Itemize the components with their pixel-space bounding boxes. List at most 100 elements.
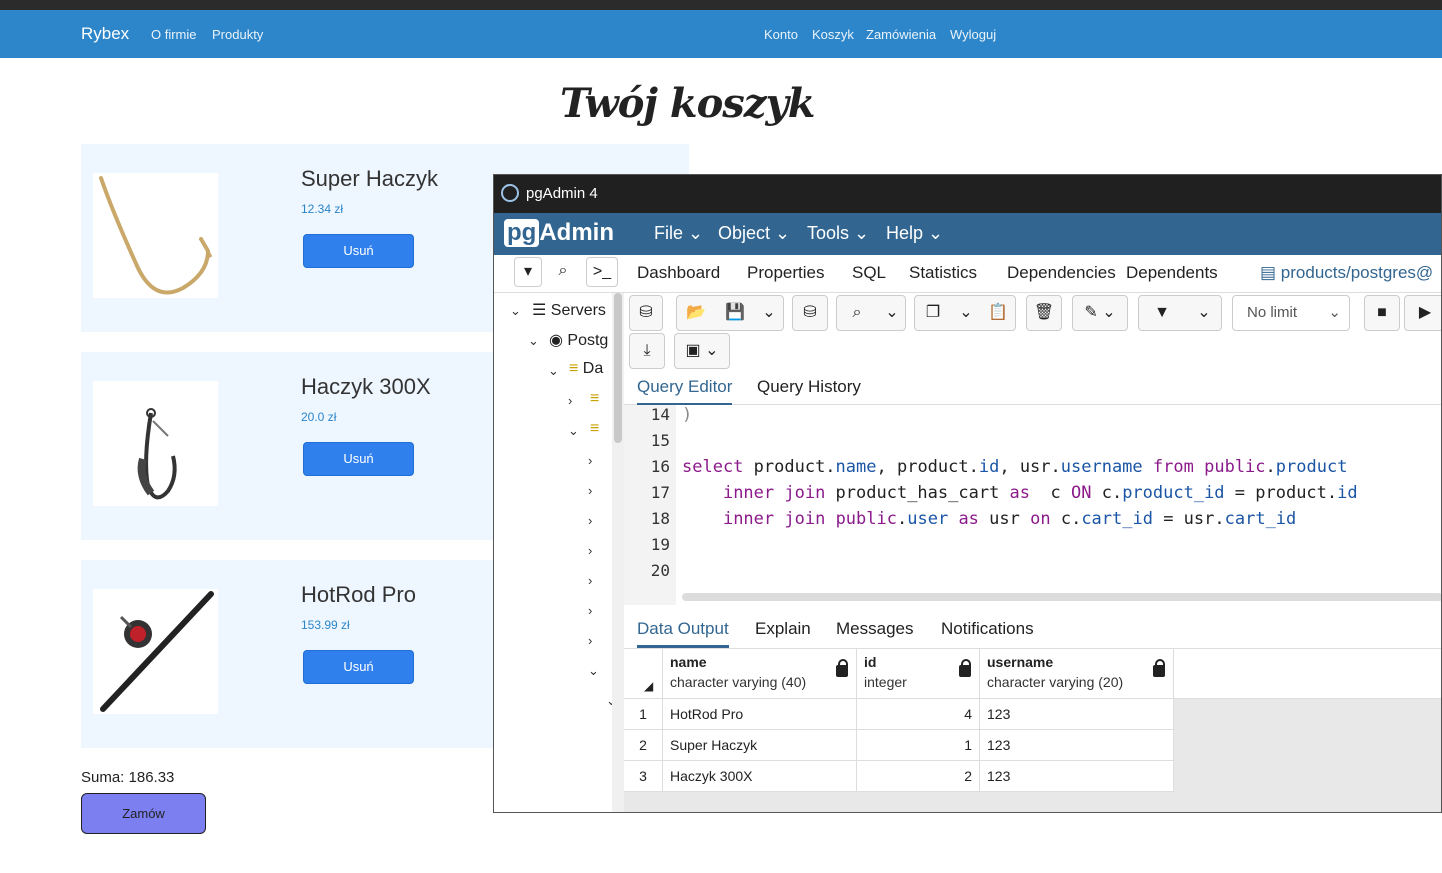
brand-link[interactable]: Rybex [81, 24, 129, 44]
menu-object[interactable]: Object ⌄ [718, 223, 790, 244]
scrollbar-thumb[interactable] [614, 293, 622, 443]
delete-button[interactable]: 🗑 [1026, 295, 1062, 331]
filter-icon[interactable]: ▼ [1139, 296, 1185, 330]
code-line-14: ) [682, 405, 693, 425]
chevron-down-icon[interactable]: ⌄ [1187, 296, 1221, 330]
menu-help[interactable]: Help ⌄ [886, 223, 943, 244]
tab-dashboard[interactable]: Dashboard [637, 263, 720, 283]
stop-icon: ■ [1377, 304, 1387, 321]
tree-scrollbar[interactable] [612, 293, 624, 812]
nav-link-about[interactable]: O firmie [151, 27, 197, 42]
chevron-right-icon[interactable]: › [588, 543, 592, 558]
stop-button[interactable]: ■ [1364, 295, 1400, 331]
tab-properties[interactable]: Properties [747, 263, 824, 283]
chevron-right-icon[interactable]: › [588, 573, 592, 588]
nav-link-products[interactable]: Produkty [212, 27, 263, 42]
editor-horizontal-scrollbar[interactable] [682, 593, 1441, 601]
nav-link-account[interactable]: Konto [764, 27, 798, 42]
save-data-button[interactable]: ⛁ [792, 295, 828, 331]
chevron-down-icon[interactable]: ⌄ [510, 303, 521, 319]
tab-dependencies[interactable]: Dependencies [1007, 263, 1116, 283]
tree-filter-icon[interactable]: ▾ [514, 257, 542, 287]
nav-link-cart[interactable]: Koszyk [812, 27, 854, 42]
chevron-right-icon[interactable]: › [588, 513, 592, 528]
download-button[interactable]: ⤓ [629, 333, 665, 369]
line-number: 20 [650, 561, 670, 580]
column-header-username[interactable]: username character varying (20) [980, 649, 1174, 699]
search-icon[interactable]: ⌕ [837, 296, 877, 330]
table-cell[interactable]: 2 [857, 761, 980, 792]
window-titlebar: pgAdmin 4 [494, 175, 1441, 213]
tab-data-output[interactable]: Data Output [637, 619, 729, 648]
order-button[interactable]: Zamów [81, 793, 206, 834]
edit-button[interactable]: ✎ ⌄ [1072, 295, 1128, 331]
chevron-down-icon[interactable]: ⌄ [879, 296, 905, 330]
main-tabs: ▾ ⌕ >_ Dashboard Properties SQL Statisti… [494, 255, 1441, 293]
chevron-down-icon[interactable]: ⌄ [528, 333, 539, 349]
database-connect-button[interactable]: ⛁ [629, 295, 663, 331]
table-cell[interactable]: 1 [857, 730, 980, 761]
nav-link-orders[interactable]: Zamówienia [866, 27, 936, 42]
open-file-icon[interactable]: 📂 [677, 296, 715, 330]
macros-button[interactable]: ▣ ⌄ [674, 333, 730, 369]
tab-dependents[interactable]: Dependents [1126, 263, 1218, 283]
code-line-17: inner join product_has_cart as c ON c.pr… [722, 483, 1358, 503]
tree-servers[interactable]: ☰ Servers [532, 300, 606, 320]
tab-query-history[interactable]: Query History [757, 377, 861, 397]
row-number[interactable]: 2 [624, 730, 663, 761]
tree-postgres[interactable]: ◉ Postg [549, 330, 608, 350]
table-cell[interactable]: Haczyk 300X [663, 761, 857, 792]
menu-file[interactable]: File ⌄ [654, 223, 703, 244]
product-name: HotRod Pro [301, 582, 416, 607]
database-icon[interactable]: ≡ [590, 390, 599, 408]
table-cell[interactable]: 123 [980, 761, 1174, 792]
chevron-down-icon[interactable]: ⌄ [548, 363, 559, 379]
product-image-hook [93, 173, 218, 298]
paste-icon[interactable]: 📋 [981, 296, 1015, 330]
copy-icon[interactable]: ❐ [915, 296, 951, 330]
chevron-down-icon[interactable]: ⌄ [953, 296, 979, 330]
remove-button[interactable]: Usuń [303, 650, 414, 684]
tab-notifications[interactable]: Notifications [941, 619, 1034, 639]
sql-editor[interactable]: 14 15 16 17 18 19 20 ) select product.na… [624, 405, 1441, 605]
limit-select[interactable]: No limit ⌄ [1232, 295, 1350, 331]
remove-button[interactable]: Usuń [303, 234, 414, 268]
column-header-id[interactable]: id integer [857, 649, 980, 699]
table-cell[interactable]: Super Haczyk [663, 730, 857, 761]
object-tree: ⌄ ☰ Servers ⌄ ◉ Postg ⌄ ≡ Da › ≡ ⌄ ≡ › ›… [494, 293, 624, 812]
tab-sql[interactable]: SQL [852, 263, 886, 283]
chevron-down-icon[interactable]: ⌄ [588, 663, 599, 679]
chevron-right-icon[interactable]: › [588, 483, 592, 498]
column-header-name[interactable]: name character varying (40) [663, 649, 857, 699]
chevron-right-icon[interactable]: › [588, 633, 592, 648]
tree-databases[interactable]: ≡ Da [569, 360, 603, 378]
remove-button[interactable]: Usuń [303, 442, 414, 476]
row-number[interactable]: 3 [624, 761, 663, 792]
table-cell[interactable]: 4 [857, 699, 980, 730]
tab-messages[interactable]: Messages [836, 619, 913, 639]
chevron-right-icon[interactable]: › [588, 603, 592, 618]
chevron-right-icon[interactable]: › [588, 453, 592, 468]
terminal-icon[interactable]: >_ [586, 257, 618, 287]
chevron-right-icon[interactable]: › [568, 393, 572, 408]
database-icon[interactable]: ≡ [590, 420, 599, 438]
search-icon[interactable]: ⌕ [548, 257, 578, 287]
row-number[interactable]: 1 [624, 699, 663, 730]
select-all-corner[interactable]: ◢ [624, 649, 663, 699]
table-cell[interactable]: 123 [980, 699, 1174, 730]
table-cell[interactable]: 123 [980, 730, 1174, 761]
nav-link-logout[interactable]: Wyloguj [950, 27, 996, 42]
product-name: Haczyk 300X [301, 374, 431, 399]
chevron-down-icon[interactable]: ⌄ [568, 423, 579, 439]
chevron-down-icon[interactable]: ⌄ [755, 296, 783, 330]
execute-button[interactable]: ▶ [1404, 295, 1441, 331]
tab-query-editor[interactable]: Query Editor [637, 377, 733, 406]
tab-statistics[interactable]: Statistics [909, 263, 977, 283]
tab-explain[interactable]: Explain [755, 619, 811, 639]
table-cell[interactable]: HotRod Pro [663, 699, 857, 730]
tab-query-tool[interactable]: ▤ products/postgres@ [1260, 263, 1433, 283]
editor-tabs: Query Editor Query History [624, 369, 1441, 406]
save-icon[interactable]: 💾 [717, 296, 753, 330]
file-button-group: 📂 💾 ⌄ [676, 295, 784, 331]
menu-tools[interactable]: Tools ⌄ [807, 223, 869, 244]
